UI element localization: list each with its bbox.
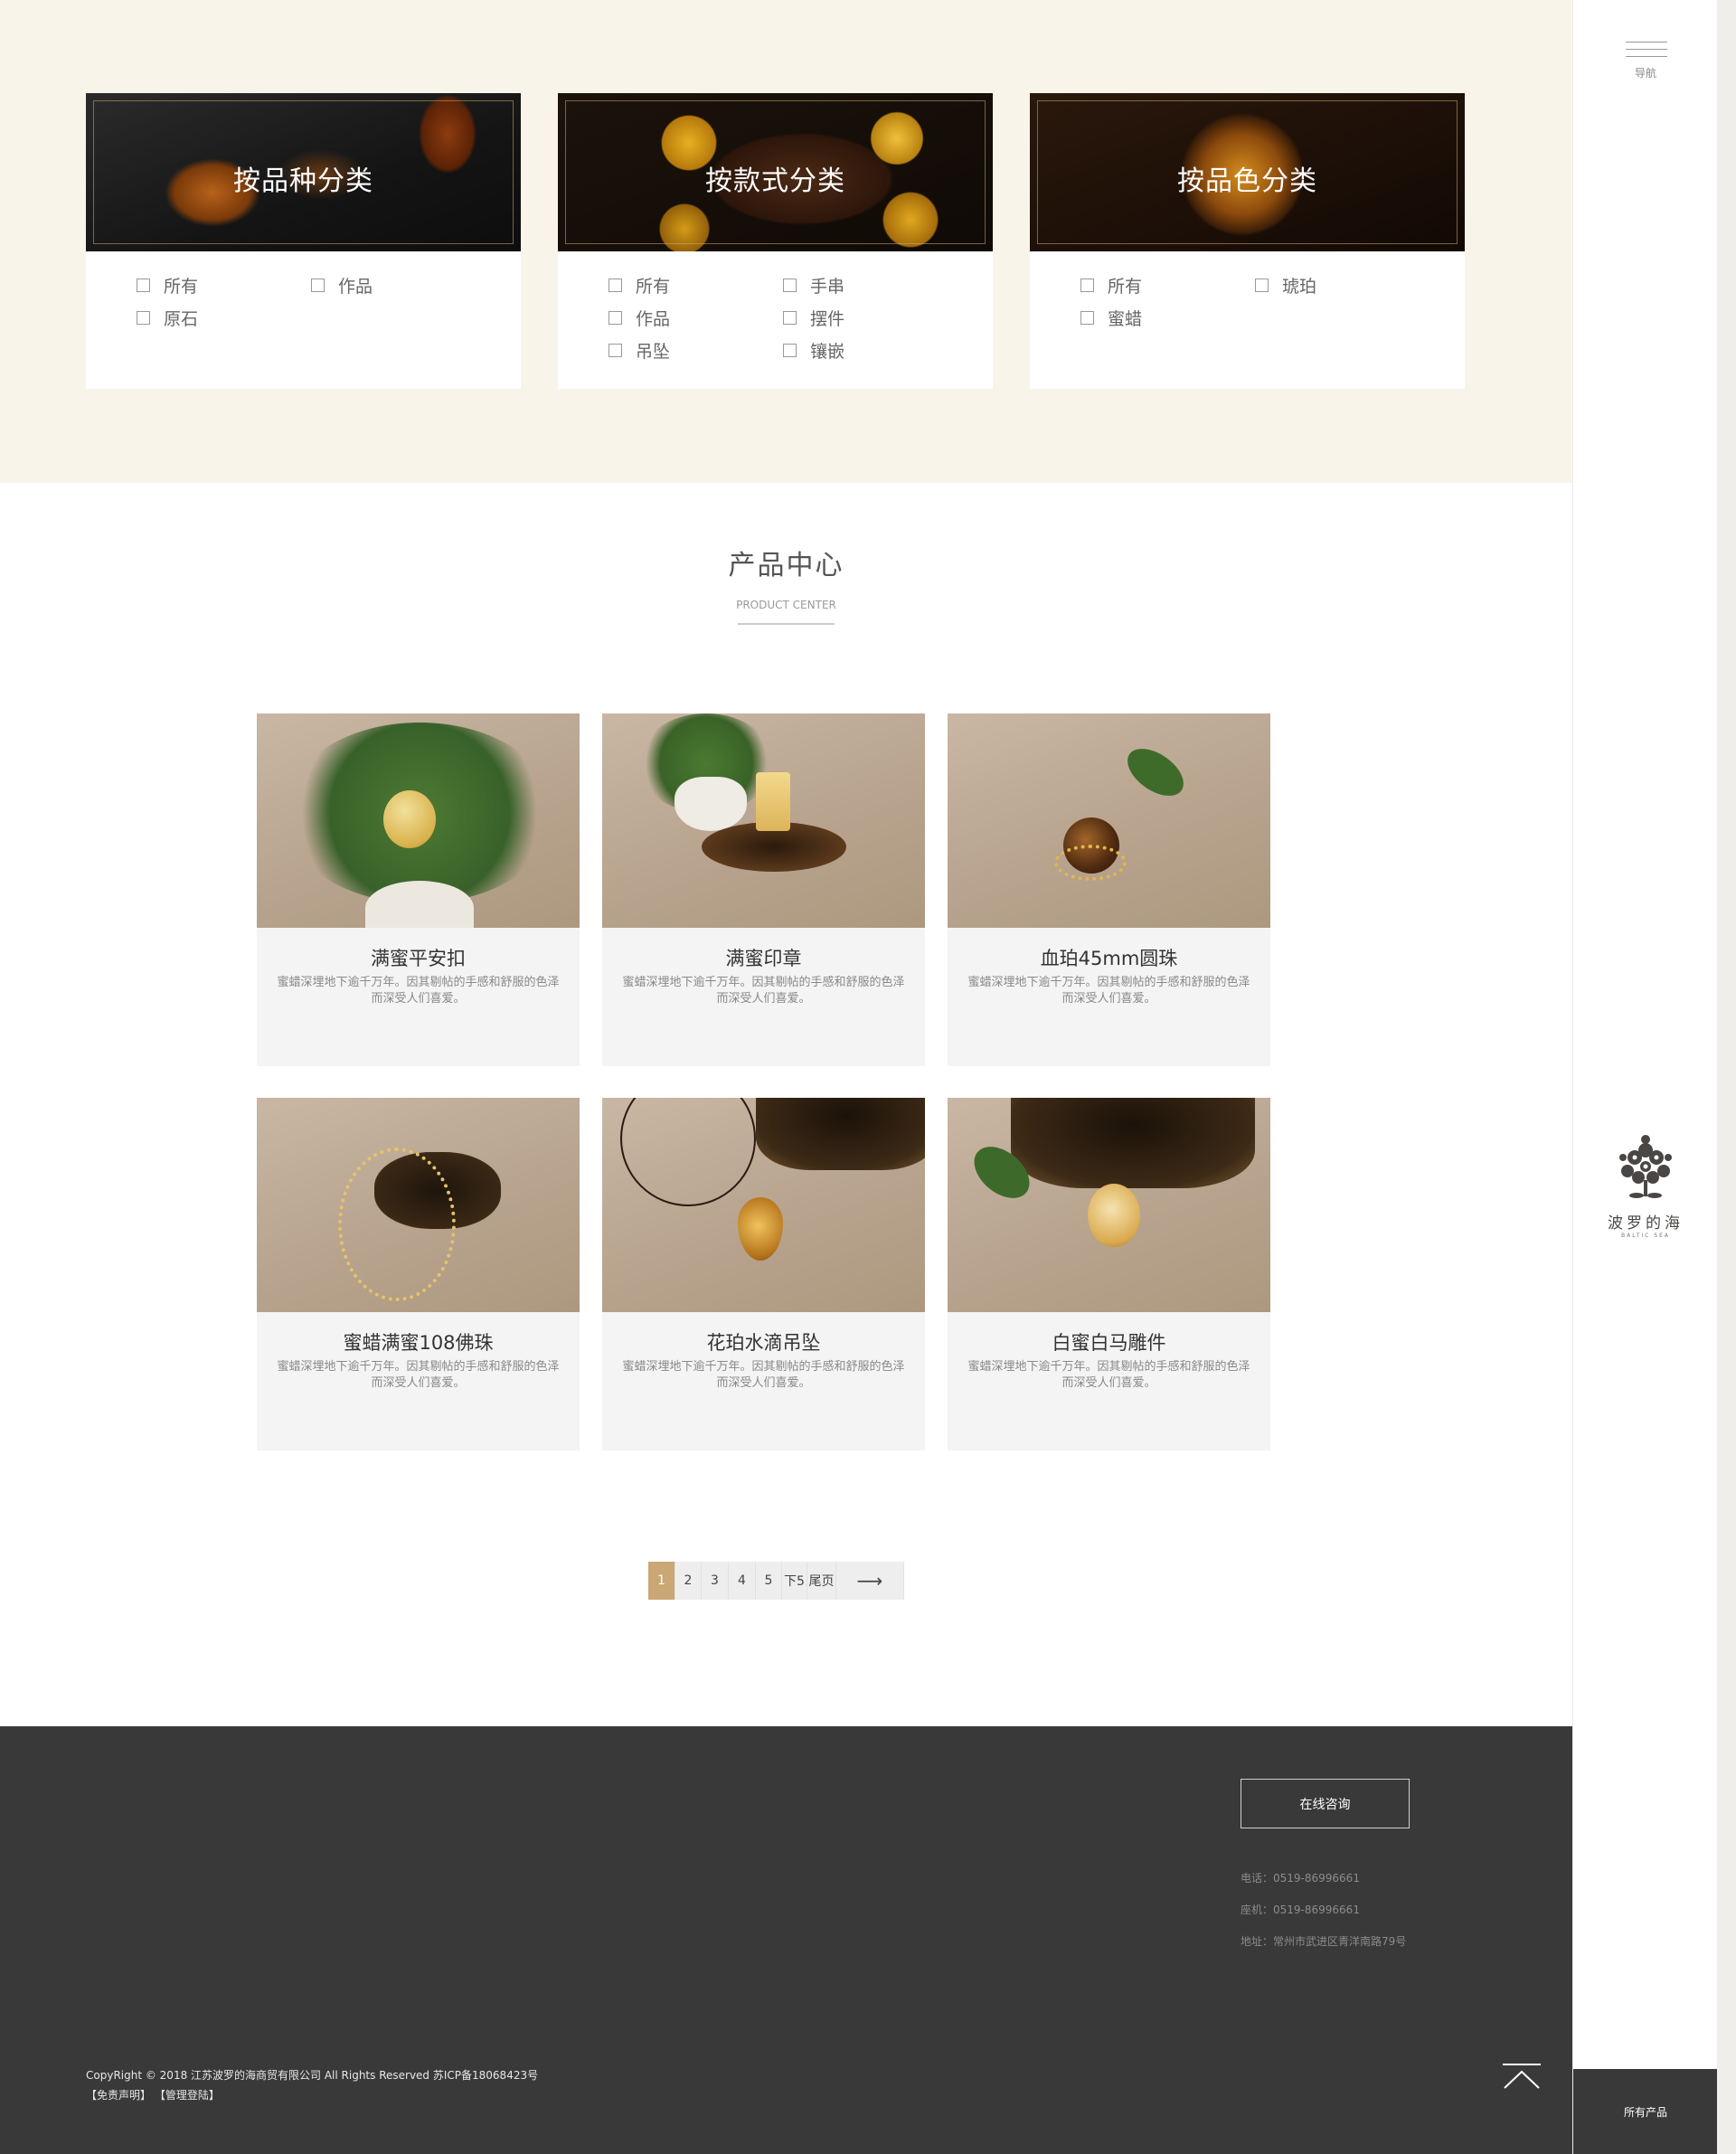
page-link-2[interactable]: 2	[675, 1562, 702, 1600]
page-link-5[interactable]: 5	[756, 1562, 782, 1600]
disclaimer-link[interactable]: 【免责声明】	[86, 2089, 151, 2102]
checkbox[interactable]	[1080, 310, 1094, 325]
product-card[interactable]: 血珀45mm圆珠 蜜蜡深埋地下逾千万年。因其剔帖的手感和舒服的色泽而深受人们喜爱…	[948, 713, 1270, 1066]
product-image[interactable]	[948, 1098, 1270, 1312]
product-name[interactable]: 白蜜白马雕件	[948, 1328, 1270, 1356]
menu-icon[interactable]	[1626, 42, 1667, 63]
brand-name: 波罗的海	[1608, 1214, 1684, 1233]
category-title: 按款式分类	[705, 165, 845, 197]
product-description: 蜜蜡深埋地下逾千万年。因其剔帖的手感和舒服的色泽而深受人们喜爱。	[277, 1360, 560, 1390]
last-page-link[interactable]: 尾页	[807, 1562, 836, 1600]
checkbox[interactable]	[609, 343, 622, 357]
product-name[interactable]: 血珀45mm圆珠	[948, 944, 1270, 971]
product-image[interactable]	[948, 713, 1270, 928]
product-name[interactable]: 蜜蜡满蜜108佛珠	[257, 1328, 580, 1356]
main-content: 按品种分类 所有 作品 原石 按款式分类 所有 手串 作品 摆件 吊坠 镶嵌 按…	[0, 0, 1572, 2154]
category-title: 按品色分类	[1177, 165, 1317, 197]
nav-label[interactable]: 导航	[1573, 65, 1718, 80]
category-banner[interactable]: 按款式分类	[558, 93, 993, 251]
product-card[interactable]: 花珀水滴吊坠 蜜蜡深埋地下逾千万年。因其剔帖的手感和舒服的色泽而深受人们喜爱。	[602, 1098, 925, 1450]
checkbox[interactable]	[609, 278, 622, 292]
admin-login-link[interactable]: 【管理登陆】	[155, 2089, 220, 2102]
product-image[interactable]	[257, 1098, 580, 1312]
flower-logo-icon	[1619, 1135, 1672, 1198]
product-image[interactable]	[602, 713, 925, 928]
brand-english: BALTIC SEA	[1621, 1233, 1670, 1239]
scrollbar-track[interactable]	[1717, 0, 1736, 2154]
product-description: 蜜蜡深埋地下逾千万年。因其剔帖的手感和舒服的色泽而深受人们喜爱。	[622, 976, 905, 1006]
product-image[interactable]	[602, 1098, 925, 1312]
category-banner[interactable]: 按品色分类	[1030, 93, 1465, 251]
checkbox[interactable]	[311, 278, 325, 292]
filter-option-all[interactable]: 所有	[1080, 274, 1255, 297]
contact-address: 地址：常州市武进区青洋南路79号	[1241, 1935, 1407, 1948]
filter-option-works[interactable]: 作品	[609, 307, 783, 329]
contact-phone: 电话：0519-86996661	[1241, 1872, 1360, 1885]
checkbox[interactable]	[783, 310, 797, 325]
page-link-3[interactable]: 3	[702, 1562, 729, 1600]
filter-option-inlay[interactable]: 镶嵌	[783, 339, 958, 362]
category-card-variety: 按品种分类 所有 作品 原石	[86, 93, 521, 389]
online-consult-button[interactable]: 在线咨询	[1241, 1779, 1410, 1828]
pagination: 1 2 3 4 5 下5 尾页 ⟶	[648, 1562, 904, 1600]
section-title: 产品中心	[728, 550, 844, 581]
product-description: 蜜蜡深埋地下逾千万年。因其剔帖的手感和舒服的色泽而深受人们喜爱。	[967, 976, 1250, 1006]
category-title: 按品种分类	[233, 165, 373, 197]
checkbox[interactable]	[1255, 278, 1269, 292]
checkbox[interactable]	[137, 278, 150, 292]
product-card[interactable]: 蜜蜡满蜜108佛珠 蜜蜡深埋地下逾千万年。因其剔帖的手感和舒服的色泽而深受人们喜…	[257, 1098, 580, 1450]
filter-option-amber[interactable]: 琥珀	[1255, 274, 1429, 297]
page-link-4[interactable]: 4	[729, 1562, 756, 1600]
filter-option-all[interactable]: 所有	[609, 274, 783, 297]
category-card-style: 按款式分类 所有 手串 作品 摆件 吊坠 镶嵌	[558, 93, 993, 389]
copyright-text: CopyRight © 2018 江苏波罗的海商贸有限公司 All Rights…	[86, 2069, 539, 2082]
contact-landline: 座机：0519-86996661	[1241, 1904, 1360, 1916]
product-card[interactable]: 满蜜平安扣 蜜蜡深埋地下逾千万年。因其剔帖的手感和舒服的色泽而深受人们喜爱。	[257, 713, 580, 1066]
right-sidebar: 导航 波罗的海 BALTIC SEA 所有产品	[1572, 0, 1718, 2154]
product-description: 蜜蜡深埋地下逾千万年。因其剔帖的手感和舒服的色泽而深受人们喜爱。	[967, 1360, 1250, 1390]
checkbox[interactable]	[783, 343, 797, 357]
product-name[interactable]: 满蜜印章	[602, 944, 925, 971]
filter-option-beeswax[interactable]: 蜜蜡	[1080, 307, 1255, 329]
category-banner[interactable]: 按品种分类	[86, 93, 521, 251]
brand-logo[interactable]: 波罗的海 BALTIC SEA	[1600, 1130, 1691, 1239]
product-name[interactable]: 满蜜平安扣	[257, 944, 580, 971]
product-card[interactable]: 白蜜白马雕件 蜜蜡深埋地下逾千万年。因其剔帖的手感和舒服的色泽而深受人们喜爱。	[948, 1098, 1270, 1450]
checkbox[interactable]	[783, 278, 797, 292]
page-link-1[interactable]: 1	[648, 1562, 675, 1600]
product-description: 蜜蜡深埋地下逾千万年。因其剔帖的手感和舒服的色泽而深受人们喜爱。	[277, 976, 560, 1006]
product-card[interactable]: 满蜜印章 蜜蜡深埋地下逾千万年。因其剔帖的手感和舒服的色泽而深受人们喜爱。	[602, 713, 925, 1066]
footer-links: 【免责声明】 【管理登陆】	[86, 2087, 220, 2102]
product-image[interactable]	[257, 713, 580, 928]
filter-option-works[interactable]: 作品	[311, 274, 486, 297]
filter-option-all[interactable]: 所有	[137, 274, 311, 297]
checkbox[interactable]	[609, 310, 622, 325]
filter-option-ornament[interactable]: 摆件	[783, 307, 958, 329]
checkbox[interactable]	[1080, 278, 1094, 292]
product-name[interactable]: 花珀水滴吊坠	[602, 1328, 925, 1356]
next-5-link[interactable]: 下5	[782, 1562, 807, 1600]
filter-option-bracelet[interactable]: 手串	[783, 274, 958, 297]
category-card-color: 按品色分类 所有 琥珀 蜜蜡	[1030, 93, 1465, 389]
checkbox[interactable]	[137, 310, 150, 325]
section-divider	[738, 623, 835, 625]
filter-option-pendant[interactable]: 吊坠	[609, 339, 783, 362]
next-arrow-icon[interactable]: ⟶	[836, 1562, 904, 1600]
all-products-button[interactable]: 所有产品	[1573, 2069, 1718, 2154]
category-filter-band: 按品种分类 所有 作品 原石 按款式分类 所有 手串 作品 摆件 吊坠 镶嵌 按…	[0, 0, 1572, 483]
back-to-top-icon[interactable]	[1501, 2063, 1543, 2092]
filter-option-raw-stone[interactable]: 原石	[137, 307, 311, 329]
footer: 在线咨询 电话：0519-86996661 座机：0519-86996661 地…	[0, 1726, 1572, 2154]
product-description: 蜜蜡深埋地下逾千万年。因其剔帖的手感和舒服的色泽而深受人们喜爱。	[622, 1360, 905, 1390]
section-subtitle: PRODUCT CENTER	[736, 599, 836, 611]
